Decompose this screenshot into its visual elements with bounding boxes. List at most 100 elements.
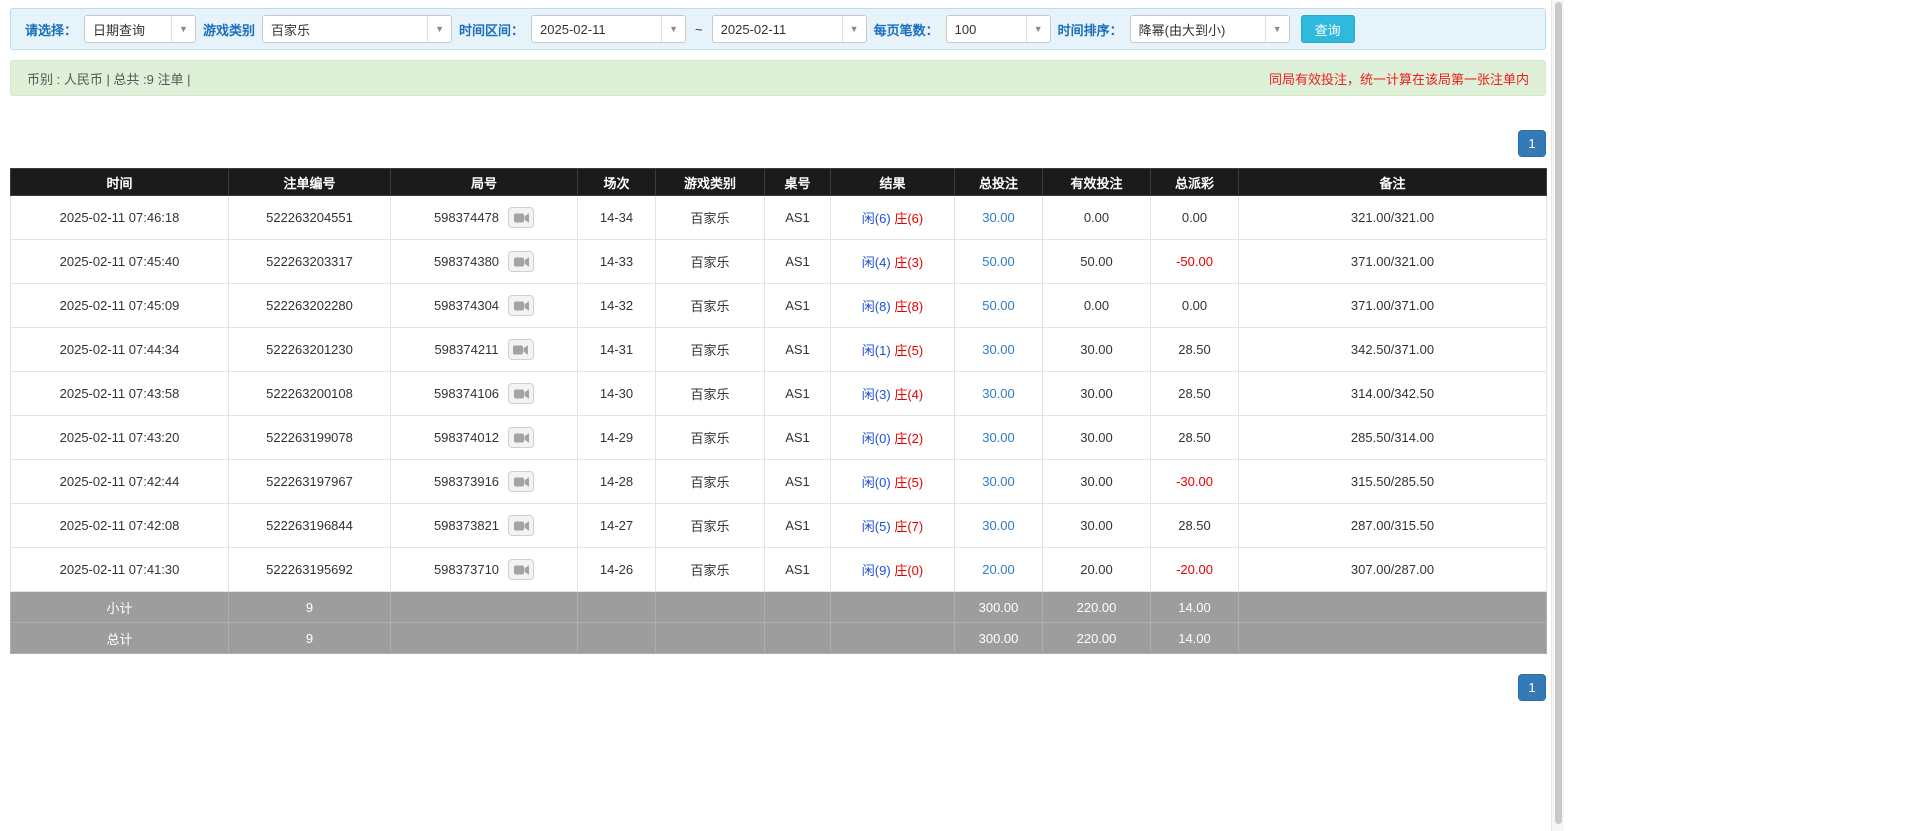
subtotal-label: 小计 <box>10 591 229 623</box>
banker-result: 庄(5) <box>894 475 924 490</box>
table-row: 2025-02-11 07:45:40 522263203317 598374380… <box>10 239 1547 284</box>
cell-result: 闲(1) 庄(5) <box>830 327 955 372</box>
total-bet-link[interactable]: 20.00 <box>982 562 1015 577</box>
cell-game-type: 百家乐 <box>655 327 765 372</box>
cell-round-number: 598373710 <box>390 547 578 592</box>
cell-total-bet: 50.00 <box>954 283 1043 328</box>
cell-table-number: AS1 <box>764 239 831 284</box>
per-page-dropdown[interactable]: 100 ▼ <box>945 15 1051 43</box>
cell-session: 14-32 <box>577 283 656 328</box>
video-camera-icon <box>513 344 529 355</box>
vertical-scrollbar[interactable] <box>1551 0 1564 831</box>
query-type-dropdown[interactable]: 日期查询 ▼ <box>84 15 197 43</box>
query-type-label: 请选择： <box>25 22 78 38</box>
cell-payout: 0.00 <box>1150 195 1239 240</box>
cell-valid-bet: 20.00 <box>1042 547 1151 592</box>
player-result: 闲(1) <box>861 343 891 358</box>
total-bet-link[interactable]: 50.00 <box>982 254 1015 269</box>
column-header: 桌号 <box>764 168 831 196</box>
search-button[interactable]: 查询 <box>1300 15 1355 43</box>
cell-game-type: 百家乐 <box>655 283 765 328</box>
banker-result: 庄(7) <box>894 519 924 534</box>
column-header: 结果 <box>830 168 955 196</box>
table-row: 2025-02-11 07:45:09 522263202280 598374304… <box>10 283 1547 328</box>
scrollbar-thumb[interactable] <box>1555 2 1562 824</box>
video-replay-button[interactable] <box>508 207 535 228</box>
total-bet-link[interactable]: 30.00 <box>982 430 1015 445</box>
player-result: 闲(6) <box>861 211 891 226</box>
banker-result: 庄(4) <box>894 387 924 402</box>
total-bet-link[interactable]: 30.00 <box>982 342 1015 357</box>
subtotal-row: 小计 9 300.00 220.00 14.00 <box>10 591 1547 623</box>
cell-table-number: AS1 <box>764 415 831 460</box>
page-content: 请选择： 日期查询 ▼ 游戏类别 百家乐 ▼ 时间区间： 2025-02-11 … <box>10 8 1547 701</box>
total-bet-link[interactable]: 30.00 <box>982 210 1015 225</box>
page-button[interactable]: 1 <box>1518 674 1546 701</box>
cell-time: 2025-02-11 07:44:34 <box>10 327 229 372</box>
cell-result: 闲(9) 庄(0) <box>830 547 955 592</box>
cell-bet-number: 522263200108 <box>228 371 391 416</box>
round-number-text: 598374106 <box>433 386 500 401</box>
total-bet-link[interactable]: 30.00 <box>982 386 1015 401</box>
cell-total-bet: 30.00 <box>954 415 1043 460</box>
cell-bet-number: 522263196844 <box>228 503 391 548</box>
cell-result: 闲(6) 庄(6) <box>830 195 955 240</box>
cell-game-type: 百家乐 <box>655 459 765 504</box>
cell-round-number: 598374012 <box>390 415 578 460</box>
time-range-label: 时间区间： <box>459 22 525 38</box>
sort-dropdown[interactable]: 降幂(由大到小) ▼ <box>1129 15 1290 43</box>
table-row: 2025-02-11 07:43:20 522263199078 598374012… <box>10 415 1547 460</box>
sort-value: 降幂(由大到小) <box>1138 22 1226 38</box>
column-header: 有效投注 <box>1042 168 1151 196</box>
total-bet-link[interactable]: 30.00 <box>982 518 1015 533</box>
video-replay-button[interactable] <box>508 559 535 580</box>
cell-round-number: 598374106 <box>390 371 578 416</box>
video-replay-button[interactable] <box>508 251 535 272</box>
table-row: 2025-02-11 07:46:18 522263204551 598374478… <box>10 195 1547 240</box>
cell-remark: 321.00/321.00 <box>1238 195 1547 240</box>
cell-bet-number: 522263202280 <box>228 283 391 328</box>
cell-remark: 285.50/314.00 <box>1238 415 1547 460</box>
chevron-down-icon: ▼ <box>1264 16 1289 42</box>
round-number-text: 598374304 <box>433 298 500 313</box>
chevron-down-icon: ▼ <box>661 16 686 42</box>
currency-total-info: 币别 : 人民币 | 总共 :9 注单 | <box>27 71 191 87</box>
video-replay-button[interactable] <box>508 295 535 316</box>
date-from-value: 2025-02-11 <box>540 21 606 37</box>
cell-total-bet: 30.00 <box>954 459 1043 504</box>
table-row: 2025-02-11 07:43:58 522263200108 598374106… <box>10 371 1547 416</box>
cell-bet-number: 522263199078 <box>228 415 391 460</box>
video-replay-button[interactable] <box>508 427 535 448</box>
player-result: 闲(8) <box>861 299 891 314</box>
player-result: 闲(0) <box>861 431 891 446</box>
cell-session: 14-34 <box>577 195 656 240</box>
column-header: 注单编号 <box>228 168 391 196</box>
subtotal-valid-bet: 220.00 <box>1042 591 1151 623</box>
date-to-picker[interactable]: 2025-02-11 ▼ <box>711 15 867 43</box>
video-replay-button[interactable] <box>508 471 535 492</box>
player-result: 闲(3) <box>861 387 891 402</box>
game-type-dropdown[interactable]: 百家乐 ▼ <box>262 15 453 43</box>
video-replay-button[interactable] <box>507 339 534 360</box>
cell-valid-bet: 0.00 <box>1042 195 1151 240</box>
video-replay-button[interactable] <box>508 515 535 536</box>
game-type-value: 百家乐 <box>271 22 311 38</box>
cell-valid-bet: 30.00 <box>1042 327 1151 372</box>
video-replay-button[interactable] <box>508 383 535 404</box>
column-header: 备注 <box>1238 168 1547 196</box>
total-bet-link[interactable]: 50.00 <box>982 298 1015 313</box>
total-bet-link[interactable]: 30.00 <box>982 474 1015 489</box>
query-type-value: 日期查询 <box>93 22 146 38</box>
cell-valid-bet: 30.00 <box>1042 371 1151 416</box>
cell-valid-bet: 50.00 <box>1042 239 1151 284</box>
column-header: 游戏类别 <box>655 168 765 196</box>
date-from-picker[interactable]: 2025-02-11 ▼ <box>531 15 687 43</box>
banker-result: 庄(6) <box>894 211 924 226</box>
page-button[interactable]: 1 <box>1518 130 1546 157</box>
cell-session: 14-26 <box>577 547 656 592</box>
column-header: 总投注 <box>954 168 1043 196</box>
chevron-down-icon: ▼ <box>841 16 866 42</box>
video-camera-icon <box>513 432 529 443</box>
cell-result: 闲(0) 庄(5) <box>830 459 955 504</box>
cell-table-number: AS1 <box>764 283 831 328</box>
